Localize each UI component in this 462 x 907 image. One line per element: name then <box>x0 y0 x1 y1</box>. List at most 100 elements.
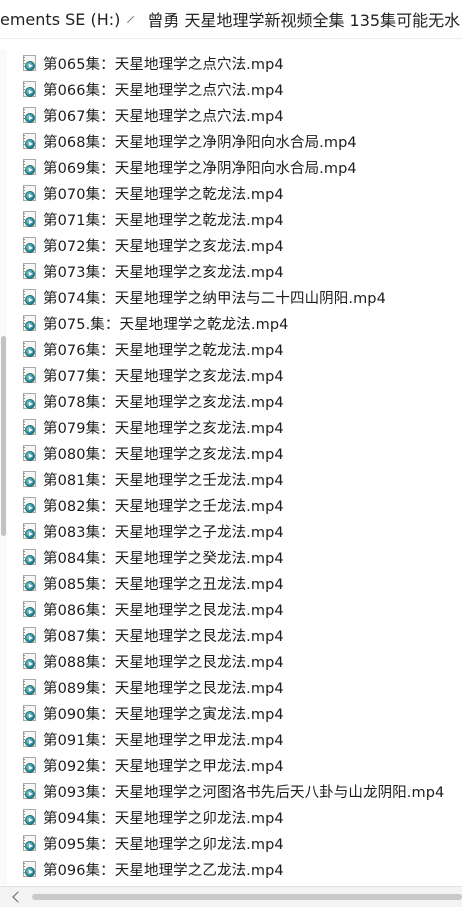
horizontal-scrollbar[interactable] <box>0 886 462 907</box>
video-file-icon <box>22 808 37 826</box>
file-row[interactable]: 第069集：天星地理学之净阴净阳向水合局.mp4 <box>0 154 462 180</box>
file-row[interactable]: 第076集：天星地理学之乾龙法.mp4 <box>0 336 462 362</box>
video-file-icon <box>22 678 37 696</box>
video-file-icon <box>22 834 37 852</box>
video-file-icon <box>22 574 37 592</box>
video-file-icon <box>22 80 37 98</box>
video-file-icon <box>22 496 37 514</box>
file-row[interactable]: 第070集：天星地理学之乾龙法.mp4 <box>0 180 462 206</box>
video-file-icon <box>22 262 37 280</box>
chevron-right-icon[interactable] <box>127 15 135 23</box>
file-name: 第090集：天星地理学之寅龙法.mp4 <box>43 706 284 723</box>
file-row[interactable]: 第074集：天星地理学之纳甲法与二十四山阴阳.mp4 <box>0 284 462 310</box>
file-row[interactable]: 第077集：天星地理学之亥龙法.mp4 <box>0 362 462 388</box>
file-name: 第086集：天星地理学之艮龙法.mp4 <box>43 602 284 619</box>
file-name: 第078集：天星地理学之亥龙法.mp4 <box>43 394 284 411</box>
video-file-icon <box>22 106 37 124</box>
video-file-icon <box>22 288 37 306</box>
file-name: 第067集：天星地理学之点穴法.mp4 <box>43 108 284 125</box>
file-row[interactable]: 第075.集：天星地理学之乾龙法.mp4 <box>0 310 462 336</box>
file-name: 第094集：天星地理学之卯龙法.mp4 <box>43 810 284 827</box>
file-name: 第093集：天星地理学之河图洛书先后天八卦与山龙阴阳.mp4 <box>43 784 445 801</box>
file-row[interactable]: 第085集：天星地理学之丑龙法.mp4 <box>0 570 462 596</box>
file-name: 第073集：天星地理学之亥龙法.mp4 <box>43 264 284 281</box>
file-row[interactable]: 第087集：天星地理学之艮龙法.mp4 <box>0 622 462 648</box>
file-row[interactable]: 第092集：天星地理学之甲龙法.mp4 <box>0 752 462 778</box>
breadcrumb-folder[interactable]: 曾勇 天星地理学新视频全集 135集可能无水 <box>145 7 462 31</box>
video-file-icon <box>22 236 37 254</box>
file-row[interactable]: 第095集：天星地理学之卯龙法.mp4 <box>0 830 462 856</box>
file-name: 第087集：天星地理学之艮龙法.mp4 <box>43 628 284 645</box>
video-file-icon <box>22 522 37 540</box>
breadcrumb-drive[interactable]: ements SE (H:) <box>0 10 122 29</box>
breadcrumb: ements SE (H:) 曾勇 天星地理学新视频全集 135集可能无水 <box>0 0 462 39</box>
file-row[interactable]: 第096集：天星地理学之乙龙法.mp4 <box>0 856 462 882</box>
video-file-icon <box>22 366 37 384</box>
file-row[interactable]: 第091集：天星地理学之甲龙法.mp4 <box>0 726 462 752</box>
file-row[interactable]: 第072集：天星地理学之亥龙法.mp4 <box>0 232 462 258</box>
video-file-icon <box>22 600 37 618</box>
file-name: 第089集：天星地理学之艮龙法.mp4 <box>43 680 284 697</box>
file-name: 第095集：天星地理学之卯龙法.mp4 <box>43 836 284 853</box>
file-row[interactable]: 第067集：天星地理学之点穴法.mp4 <box>0 102 462 128</box>
file-row[interactable]: 第086集：天星地理学之艮龙法.mp4 <box>0 596 462 622</box>
video-file-icon <box>22 730 37 748</box>
file-name: 第074集：天星地理学之纳甲法与二十四山阴阳.mp4 <box>43 290 386 307</box>
horizontal-scrollbar-thumb[interactable] <box>32 894 462 900</box>
file-name: 第080集：天星地理学之亥龙法.mp4 <box>43 446 284 463</box>
video-file-icon <box>22 756 37 774</box>
video-file-icon <box>22 158 37 176</box>
file-row[interactable]: 第071集：天星地理学之乾龙法.mp4 <box>0 206 462 232</box>
file-row[interactable]: 第080集：天星地理学之亥龙法.mp4 <box>0 440 462 466</box>
file-name: 第092集：天星地理学之甲龙法.mp4 <box>43 758 284 775</box>
video-file-icon <box>22 548 37 566</box>
file-name: 第069集：天星地理学之净阴净阳向水合局.mp4 <box>43 160 357 177</box>
file-name: 第096集：天星地理学之乙龙法.mp4 <box>43 862 284 879</box>
file-row[interactable]: 第066集：天星地理学之点穴法.mp4 <box>0 76 462 102</box>
file-name: 第072集：天星地理学之亥龙法.mp4 <box>43 238 284 255</box>
file-name: 第091集：天星地理学之甲龙法.mp4 <box>43 732 284 749</box>
file-row[interactable]: 第068集：天星地理学之净阴净阳向水合局.mp4 <box>0 128 462 154</box>
file-list: 第065集：天星地理学之点穴法.mp4 第066集：天星地理学之点穴法.mp4 第0… <box>0 50 462 885</box>
file-name: 第088集：天星地理学之艮龙法.mp4 <box>43 654 284 671</box>
video-file-icon <box>22 652 37 670</box>
file-row[interactable]: 第090集：天星地理学之寅龙法.mp4 <box>0 700 462 726</box>
file-row[interactable]: 第079集：天星地理学之亥龙法.mp4 <box>0 414 462 440</box>
file-explorer-window: ements SE (H:) 曾勇 天星地理学新视频全集 135集可能无水 第0… <box>0 0 462 907</box>
file-row[interactable]: 第088集：天星地理学之艮龙法.mp4 <box>0 648 462 674</box>
file-name: 第081集：天星地理学之壬龙法.mp4 <box>43 472 284 489</box>
file-row[interactable]: 第083集：天星地理学之子龙法.mp4 <box>0 518 462 544</box>
file-name: 第077集：天星地理学之亥龙法.mp4 <box>43 368 284 385</box>
video-file-icon <box>22 704 37 722</box>
file-row[interactable]: 第094集：天星地理学之卯龙法.mp4 <box>0 804 462 830</box>
file-name: 第079集：天星地理学之亥龙法.mp4 <box>43 420 284 437</box>
file-name: 第066集：天星地理学之点穴法.mp4 <box>43 82 284 99</box>
video-file-icon <box>22 444 37 462</box>
file-name: 第083集：天星地理学之子龙法.mp4 <box>43 524 284 541</box>
video-file-icon <box>22 860 37 878</box>
file-row[interactable]: 第065集：天星地理学之点穴法.mp4 <box>0 50 462 76</box>
video-file-icon <box>22 470 37 488</box>
video-file-icon <box>22 626 37 644</box>
file-name: 第082集：天星地理学之壬龙法.mp4 <box>43 498 284 515</box>
file-name: 第075.集：天星地理学之乾龙法.mp4 <box>43 316 289 333</box>
file-name: 第085集：天星地理学之丑龙法.mp4 <box>43 576 284 593</box>
video-file-icon <box>22 782 37 800</box>
video-file-icon <box>22 340 37 358</box>
file-row[interactable]: 第073集：天星地理学之亥龙法.mp4 <box>0 258 462 284</box>
video-file-icon <box>22 418 37 436</box>
file-name: 第084集：天星地理学之癸龙法.mp4 <box>43 550 284 567</box>
file-row[interactable]: 第081集：天星地理学之壬龙法.mp4 <box>0 466 462 492</box>
file-row[interactable]: 第078集：天星地理学之亥龙法.mp4 <box>0 388 462 414</box>
file-name: 第070集：天星地理学之乾龙法.mp4 <box>43 186 284 203</box>
video-file-icon <box>22 314 37 332</box>
video-file-icon <box>22 132 37 150</box>
file-name: 第071集：天星地理学之乾龙法.mp4 <box>43 212 284 229</box>
video-file-icon <box>22 54 37 72</box>
file-row[interactable]: 第084集：天星地理学之癸龙法.mp4 <box>0 544 462 570</box>
file-row[interactable]: 第089集：天星地理学之艮龙法.mp4 <box>0 674 462 700</box>
file-name: 第068集：天星地理学之净阴净阳向水合局.mp4 <box>43 134 357 151</box>
file-row[interactable]: 第082集：天星地理学之壬龙法.mp4 <box>0 492 462 518</box>
chevron-left-icon[interactable] <box>12 891 24 903</box>
file-row[interactable]: 第093集：天星地理学之河图洛书先后天八卦与山龙阴阳.mp4 <box>0 778 462 804</box>
